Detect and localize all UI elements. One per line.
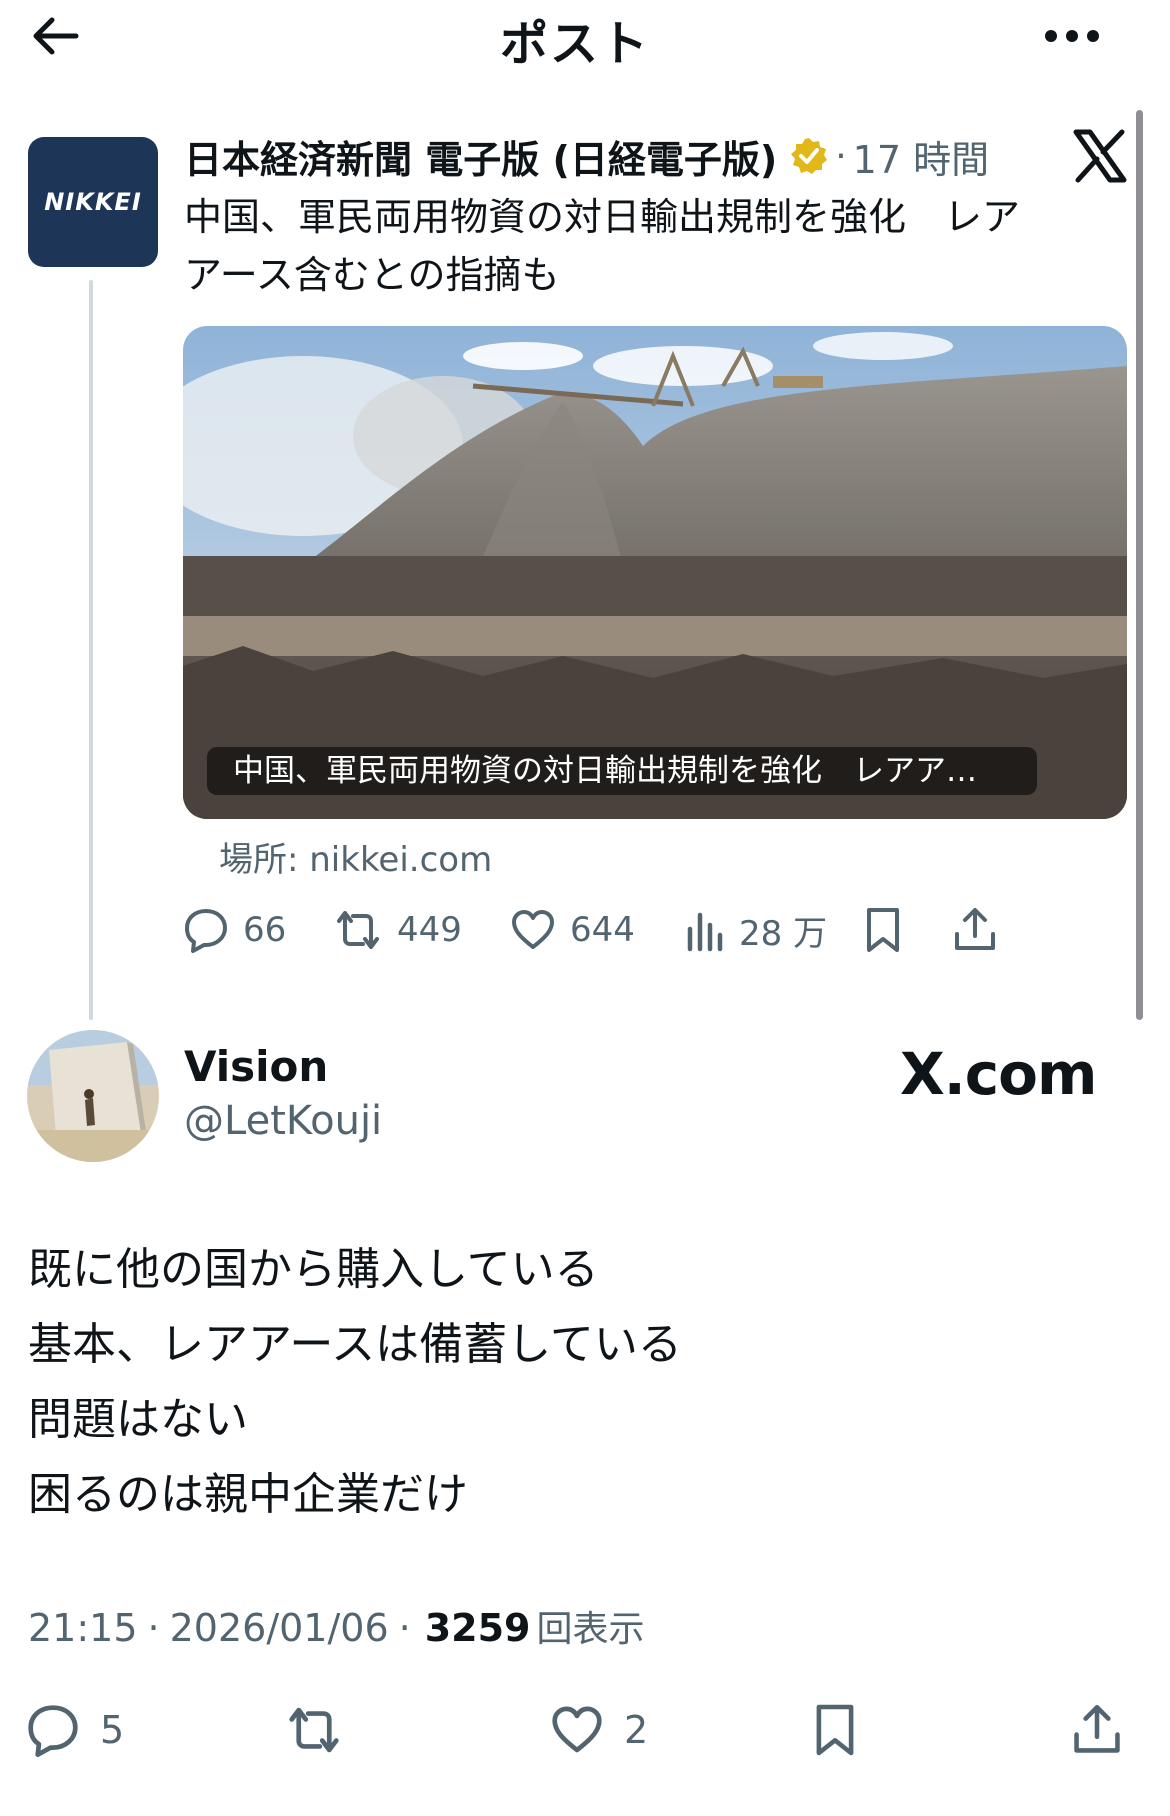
- like-count: 2: [624, 1708, 649, 1752]
- post-date[interactable]: 2026/01/06: [170, 1606, 389, 1650]
- views-label: 回表示: [536, 1609, 645, 1650]
- nikkei-avatar[interactable]: NIKKEI: [28, 137, 158, 267]
- post-text-line: 問題はない: [28, 1394, 248, 1445]
- quoted-post-text: 中国、軍民両用物資の対日輸出規制を強化 レア アース含むとの指摘も: [184, 188, 1114, 304]
- views-count: 28 万: [739, 913, 828, 954]
- quoted-post-time[interactable]: 17 時間: [853, 130, 989, 182]
- repost-icon: [289, 1707, 339, 1753]
- share-icon: [955, 908, 995, 950]
- like-count: 644: [570, 910, 635, 950]
- media-caption: 中国、軍民両用物資の対日輸出規制を強化 レアア…: [207, 747, 1037, 795]
- reply-button[interactable]: 66: [183, 900, 286, 960]
- post-body: 既に他の国から購入している 基本、レアアースは備蓄している 問題はない 困るのは…: [28, 1232, 1128, 1532]
- link-source[interactable]: 場所: nikkei.com: [219, 832, 492, 881]
- analytics-icon: [687, 912, 723, 952]
- repost-button[interactable]: [284, 1695, 344, 1765]
- page-title: ポスト: [499, 16, 650, 72]
- repost-button[interactable]: 449: [333, 900, 462, 960]
- quoted-text-line: アース含むとの指摘も: [184, 253, 560, 297]
- reply-button[interactable]: 5: [26, 1695, 124, 1765]
- scrollbar[interactable]: [1136, 110, 1143, 1020]
- post-text-line: 既に他の国から購入している: [28, 1244, 599, 1295]
- more-horizontal-icon: [1045, 30, 1099, 42]
- header-bar: ポスト: [0, 0, 1170, 74]
- reply-count: 66: [243, 910, 287, 950]
- author-name[interactable]: Vision: [184, 1042, 328, 1091]
- separator-dot: ·: [835, 135, 847, 177]
- quoted-author-line: 日本経済新聞 電子版 (日経電子版) · 17 時間: [184, 130, 1064, 182]
- share-icon: [1074, 1705, 1120, 1753]
- heart-icon: [552, 1706, 602, 1753]
- share-button[interactable]: [953, 900, 997, 960]
- post-text-line: 基本、レアアースは備蓄している: [28, 1319, 682, 1370]
- share-button[interactable]: [1072, 1695, 1122, 1765]
- bookmark-icon: [816, 1704, 854, 1756]
- heart-icon: [512, 910, 554, 949]
- reply-icon: [28, 1705, 78, 1757]
- media-image-mining-landscape[interactable]: 中国、軍民両用物資の対日輸出規制を強化 レアア…: [183, 326, 1127, 819]
- avatar-image: [27, 1030, 159, 1162]
- more-button[interactable]: [1042, 16, 1102, 56]
- repost-icon: [337, 911, 379, 949]
- repost-count: 449: [397, 910, 462, 950]
- bookmark-icon: [867, 908, 899, 952]
- vision-avatar[interactable]: [27, 1030, 159, 1162]
- verified-badge-icon: [789, 136, 829, 176]
- reply-count: 5: [100, 1708, 125, 1752]
- post-meta: 21:15 · 2026/01/06 · 3259 回表示: [28, 1600, 645, 1652]
- post-time[interactable]: 21:15: [28, 1606, 138, 1650]
- bookmark-button[interactable]: [812, 1695, 858, 1765]
- bookmark-button[interactable]: [863, 900, 903, 960]
- quoted-text-line: 中国、軍民両用物資の対日輸出規制を強化 レア: [184, 195, 1021, 239]
- x-logo-icon: [1073, 129, 1127, 183]
- mine-photo: [183, 326, 1127, 819]
- separator-dot: ·: [398, 1606, 411, 1650]
- like-button[interactable]: 2: [550, 1695, 648, 1765]
- quoted-action-bar: 66 449 644 28 万: [183, 900, 1128, 960]
- xcom-watermark: X.com: [900, 1040, 1097, 1108]
- post-action-bar: 5 2: [0, 1695, 1170, 1765]
- views-count[interactable]: 3259: [425, 1606, 531, 1650]
- reply-icon: [185, 909, 227, 953]
- views-button[interactable]: 28 万: [685, 900, 827, 960]
- post-text-line: 困るのは親中企業だけ: [28, 1469, 468, 1520]
- author-handle[interactable]: @LetKouji: [184, 1098, 382, 1144]
- like-button[interactable]: 644: [510, 900, 635, 960]
- separator-dot: ·: [147, 1606, 160, 1650]
- thread-connector-line: [89, 280, 93, 1020]
- quoted-author-name[interactable]: 日本経済新聞 電子版 (日経電子版): [184, 130, 777, 182]
- avatar-logo-text: NIKKEI: [44, 188, 142, 216]
